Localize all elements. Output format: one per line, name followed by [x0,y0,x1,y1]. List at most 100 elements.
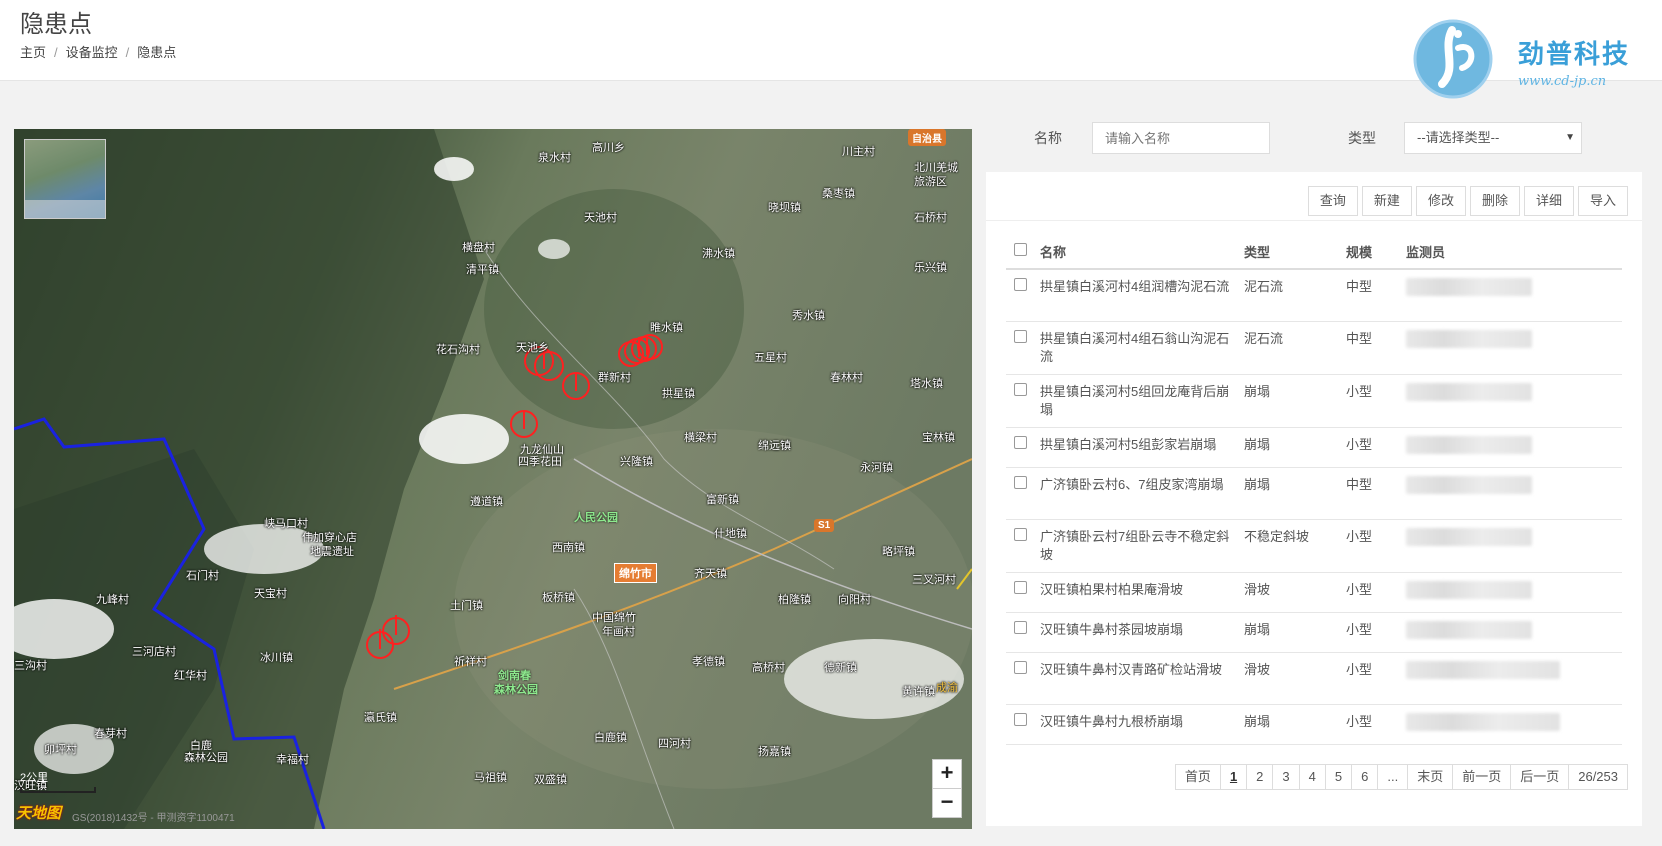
cell-name: 汉旺镇柏果村柏果庵滑坡 [1034,572,1238,613]
row-checkbox[interactable] [1013,278,1027,291]
pager-page-4[interactable]: 4 [1298,764,1326,790]
column-header-scale[interactable]: 规模 [1340,234,1400,270]
zoom-out-button[interactable]: − [933,788,961,817]
search-bar: 名称 类型 --请选择类型-- ▼ [984,116,1642,160]
zoom-in-button[interactable]: + [933,760,961,788]
cell-type: 不稳定斜坡 [1238,519,1340,573]
map-label: 遵道镇 [470,496,503,508]
pager-page-3[interactable]: 3 [1272,764,1300,790]
map-label: 绵远镇 [758,440,791,452]
pager-page-1[interactable]: 1 [1219,764,1248,790]
map-label: 晓坝镇 [768,202,801,214]
redacted-value [1406,620,1532,639]
table-row[interactable]: 拱星镇白溪河村5组回龙庵背后崩塌 崩塌 小型 [1006,374,1622,428]
row-checkbox[interactable] [1013,475,1027,489]
pager-prev[interactable]: 前一页 [1452,764,1512,790]
zoom-control: + − [932,759,962,818]
pager-next[interactable]: 后一页 [1510,764,1570,790]
column-header-name[interactable]: 名称 [1034,234,1238,270]
redacted-value [1406,660,1560,679]
table-row[interactable]: 汉旺镇牛鼻村汉青路矿检站滑坡 滑坡 小型 [1006,652,1622,705]
map-label: 塔水镇 [910,378,943,390]
map-label: 地震遗址 [310,546,354,558]
table-row[interactable]: 拱星镇白溪河村5组彭家岩崩塌 崩塌 小型 [1006,427,1622,468]
query-button[interactable]: 查询 [1307,186,1358,216]
import-button[interactable]: 导入 [1577,186,1628,216]
pager-page-5[interactable]: 5 [1324,764,1353,790]
map-label: 齐天镇 [694,568,727,580]
pager-page-6[interactable]: 6 [1351,764,1379,790]
row-checkbox[interactable] [1013,620,1027,634]
select-all-checkbox[interactable] [1013,243,1027,256]
table-row[interactable]: 拱星镇白溪河村4组润槽沟泥石流 泥石流 中型 [1006,269,1622,322]
row-checkbox[interactable] [1013,580,1027,594]
type-select-value: --请选择类型-- [1417,130,1500,145]
map-label: 扬嘉镇 [758,746,791,758]
breadcrumb-home[interactable]: 主页 [20,45,46,60]
type-select[interactable]: --请选择类型-- ▼ [1404,122,1582,154]
name-search-input[interactable] [1092,122,1270,154]
cell-type: 滑坡 [1238,652,1340,705]
table-header-row: 名称 类型 规模 监测员 [1006,234,1622,270]
redacted-value [1406,435,1532,454]
row-checkbox[interactable] [1013,329,1027,343]
cell-monitor [1400,704,1622,745]
cell-scale: 中型 [1340,467,1400,520]
map-label: 双盛镇 [534,774,567,786]
pager-first[interactable]: 首页 [1174,764,1221,790]
row-checkbox[interactable] [1013,435,1027,449]
map-label: 高桥村 [752,662,785,674]
pager-page-2[interactable]: 2 [1246,764,1274,790]
row-checkbox[interactable] [1013,527,1027,541]
breadcrumb-device-monitor[interactable]: 设备监控 [66,45,118,60]
delete-button[interactable]: 删除 [1469,186,1520,216]
map-label: 冰川镇 [260,652,293,664]
row-checkbox[interactable] [1013,712,1027,726]
park-label-forest-2: 森林公园 [494,684,538,696]
table-row[interactable]: 广济镇卧云村6、7组皮家湾崩塌 崩塌 中型 [1006,467,1622,520]
row-checkbox[interactable] [1013,382,1027,396]
redacted-value [1406,329,1532,348]
brand-url: www.cd-jp.cn [1518,74,1607,89]
edit-button[interactable]: 修改 [1415,186,1466,216]
map-label: 卯坪村 [44,744,77,756]
pager-last[interactable]: 末页 [1407,764,1454,790]
map-label: 春林村 [830,372,863,384]
cell-name: 汉旺镇牛鼻村汉青路矿检站滑坡 [1034,652,1238,705]
column-header-monitor[interactable]: 监测员 [1400,234,1622,270]
name-label: 名称 [1034,130,1062,146]
redacted-value [1406,475,1532,494]
row-checkbox[interactable] [1013,660,1027,674]
create-button[interactable]: 新建 [1361,186,1412,216]
minimap-viewport[interactable] [25,200,105,218]
column-header-type[interactable]: 类型 [1238,234,1340,270]
map-label: 宝林镇 [922,432,955,444]
map-label: 花石沟村 [436,344,480,356]
cell-name: 广济镇卧云村6、7组皮家湾崩塌 [1034,467,1238,520]
map-label: 红华村 [174,670,207,682]
map-label: 黄许镇 [902,686,935,698]
map-label: 西南镇 [552,542,585,554]
cell-scale: 小型 [1340,572,1400,613]
map-label: 兴隆镇 [620,456,653,468]
map-label: 旅游区 [914,176,947,188]
overview-minimap[interactable] [24,139,106,219]
map-label: 石门村 [186,570,219,582]
map-label: 横梁村 [684,432,717,444]
cell-name: 拱星镇白溪河村5组彭家岩崩塌 [1034,427,1238,468]
table-row[interactable]: 汉旺镇牛鼻村九根桥崩塌 崩塌 小型 [1006,704,1622,745]
table-row[interactable]: 广济镇卧云村7组卧云寺不稳定斜坡 不稳定斜坡 小型 [1006,519,1622,573]
hazard-table: 名称 类型 规模 监测员 拱星镇白溪河村4组润槽沟泥石流 泥石流 中型 拱星镇白… [1006,234,1622,745]
map-label: 四季花田 [518,456,562,468]
map-label: 富新镇 [706,494,739,506]
table-row[interactable]: 汉旺镇柏果村柏果庵滑坡 滑坡 小型 [1006,572,1622,613]
breadcrumb-current: 隐患点 [137,45,177,60]
cell-type: 崩塌 [1238,427,1340,468]
city-badge[interactable]: 绵竹市 [614,563,657,583]
table-row[interactable]: 汉旺镇牛鼻村茶园坡崩塌 崩塌 小型 [1006,612,1622,653]
cell-monitor [1400,572,1622,613]
detail-button[interactable]: 详细 [1523,186,1574,216]
table-row[interactable]: 拱星镇白溪河村4组石翁山沟泥石流 泥石流 中型 [1006,321,1622,375]
map-view[interactable]: 高川乡 泉水村 川主村 北川羌城 旅游区 晓坝镇 桑枣镇 石桥村 天池村 横盘村… [14,129,972,829]
redacted-value [1406,382,1532,401]
